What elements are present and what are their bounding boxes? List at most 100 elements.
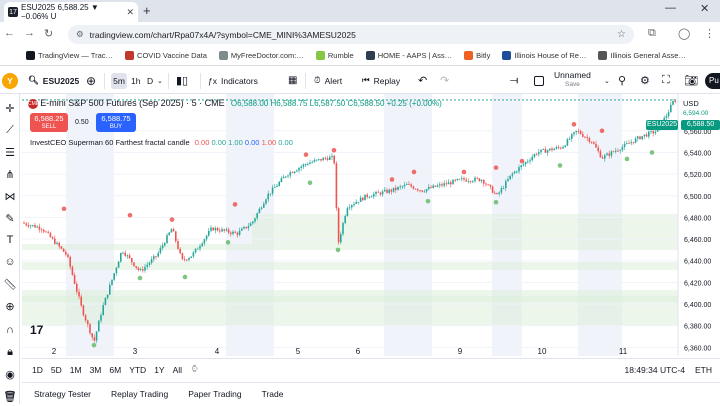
emoji-icon[interactable]: ☺ (0, 252, 20, 272)
indicator-legend[interactable]: InvestCEO Superman 60 Farthest fractal c… (30, 138, 293, 147)
range-button-ytd[interactable]: YTD (129, 365, 146, 375)
buy-button[interactable]: 6,588.75 BUY (96, 113, 136, 132)
settings-gear-icon[interactable]: ⚙ (640, 74, 650, 87)
url-field[interactable]: ⚙ tradingview.com/chart/Rpa07x4A/?symbol… (68, 25, 634, 44)
pattern-icon[interactable]: ⋈ (0, 186, 20, 206)
publish-button[interactable]: Pu (705, 73, 720, 89)
range-button-1m[interactable]: 1M (70, 365, 82, 375)
layout-name-button[interactable]: Unnamed Save (554, 71, 591, 89)
bookmark-label: TradingView — Trac… (38, 51, 114, 60)
minimize-icon[interactable]: — (665, 2, 676, 14)
price-chart[interactable]: 6,560.006,540.006,520.006,500.006,480.00… (22, 94, 720, 356)
alert-button[interactable]: ⏰︎ Alert (314, 75, 342, 86)
magnet-icon[interactable]: ∩ (0, 320, 20, 340)
site-info-icon[interactable]: ⚙ (76, 29, 84, 40)
bottom-tab-replay-trading[interactable]: Replay Trading (111, 389, 168, 399)
candle-body (82, 305, 85, 316)
back-icon[interactable]: ← (4, 27, 15, 39)
chart-pane[interactable]: 6,560.00 6,540.00 6,520.00 6,500.00 6,480.00… (22, 94, 720, 356)
range-button-6m[interactable]: 6M (109, 365, 121, 375)
replay-button[interactable]: ⏮ Replay (362, 75, 400, 86)
bookmark-item[interactable]: Illinois House of Re… (502, 51, 586, 60)
user-avatar[interactable]: Y (2, 72, 18, 89)
bookmark-item[interactable]: MyFreeDoctor.com:… (218, 51, 304, 60)
goto-date-icon[interactable]: ⌚︎ (190, 363, 199, 376)
chevron-down-icon[interactable]: ⌄ (157, 77, 163, 85)
brush-icon[interactable]: ✎ (0, 208, 20, 228)
browser-tab[interactable]: 17 ESU2025 6,588.25 ▼ −0.06% U ✕ (4, 2, 138, 22)
candle-body (487, 184, 489, 186)
object-tree-icon[interactable]: ⊟ (0, 384, 20, 404)
profile-icon[interactable]: ◯ (678, 27, 690, 40)
bookmark-item[interactable]: Bitly (464, 51, 490, 60)
tradingview-logo[interactable]: 17 (30, 323, 43, 337)
candle-body (25, 223, 27, 226)
candle-body (269, 193, 272, 195)
ruler-icon[interactable]: 📏︎ (0, 274, 20, 294)
undo-icon[interactable]: ↶ (418, 74, 427, 87)
candle-body (502, 187, 505, 189)
text-icon[interactable]: T (0, 230, 20, 250)
currency-label[interactable]: USD (683, 99, 699, 108)
forward-icon[interactable]: → (24, 27, 35, 39)
session-label[interactable]: ETH (695, 365, 712, 375)
camera-icon[interactable]: 📷︎ (684, 74, 698, 87)
candle-body (87, 320, 89, 325)
fractal-low-dot (649, 150, 655, 155)
indicators-button[interactable]: ƒx Indicators (208, 76, 258, 86)
range-button-3m[interactable]: 3M (90, 365, 102, 375)
lock-icon[interactable]: 🔒︎ (0, 342, 20, 362)
crosshair-icon[interactable]: ✛ (0, 98, 20, 118)
horizontal-lines-icon[interactable]: ☰ (0, 142, 20, 162)
candle-body (265, 199, 267, 204)
clock-label[interactable]: 18:49:34 UTC-4 (625, 365, 685, 375)
new-tab-button[interactable]: + (143, 3, 151, 18)
candle-body (458, 178, 461, 180)
candle-body (36, 226, 38, 228)
interval-d[interactable]: D (147, 76, 153, 86)
layout-chevron-icon[interactable]: ⌄ (604, 77, 610, 85)
range-button-5d[interactable]: 5D (51, 365, 62, 375)
reload-icon[interactable]: ↻ (44, 27, 53, 40)
alert-label: Alert (324, 75, 343, 86)
drawing-line-icon[interactable]: ⟞ (510, 75, 518, 86)
redo-icon[interactable]: ↷ (440, 74, 449, 87)
bookmark-item[interactable]: COVID Vaccine Data (125, 51, 207, 60)
bookmark-item[interactable]: Illinois General Asse… (598, 51, 686, 60)
symbol-search[interactable]: 🔍︎ ESU2025 (28, 75, 79, 86)
candles-icon[interactable]: ▮▯ (176, 74, 188, 87)
trend-line-icon[interactable]: ⟋ (0, 120, 20, 140)
interval-1h[interactable]: 1h (131, 76, 140, 86)
candle-body (634, 138, 637, 143)
candle-body (562, 147, 564, 149)
zoom-in-icon[interactable]: ⊕ (0, 296, 20, 316)
extensions-icon[interactable]: ⧉ (648, 27, 656, 40)
chart-title[interactable]: E-mini S&P 500 Futures (Sep 2025) · 5 · … (40, 98, 224, 108)
range-button-all[interactable]: All (173, 365, 182, 375)
bookmark-item[interactable]: TradingView — Trac… (26, 51, 113, 60)
range-button-1d[interactable]: 1D (32, 365, 43, 375)
bookmark-item[interactable]: HOME - AAPS | Ass… (365, 51, 452, 60)
pitchfork-icon[interactable]: ⋔ (0, 164, 20, 184)
bookmark-star-icon[interactable]: ☆ (617, 29, 626, 40)
candle-body (531, 157, 533, 161)
bottom-tab-strategy-tester[interactable]: Strategy Tester (34, 389, 91, 399)
sell-button[interactable]: 6,588.25 SELL (30, 113, 68, 132)
bookmark-item[interactable]: Rumble (315, 51, 354, 60)
candle-body (423, 191, 426, 193)
bottom-tab-trade[interactable]: Trade (262, 389, 284, 399)
bottom-tab-paper-trading[interactable]: Paper Trading (188, 389, 241, 399)
range-button-1y[interactable]: 1Y (154, 365, 164, 375)
menu-icon[interactable]: ⋮ (704, 27, 715, 40)
add-symbol-icon[interactable]: ⊕ (86, 74, 96, 88)
layout-icon[interactable] (534, 75, 544, 86)
close-window-icon[interactable]: ✕ (700, 2, 709, 15)
interval-5m[interactable]: 5m (111, 72, 127, 89)
tab-close-icon[interactable]: ✕ (126, 7, 134, 18)
fullscreen-icon[interactable]: ⛶ (662, 74, 670, 87)
templates-icon[interactable]: ▦ (288, 75, 297, 86)
quick-search-icon[interactable]: ⚲ (618, 74, 626, 87)
eye-icon[interactable]: ◉ (0, 364, 20, 384)
candle-body (183, 259, 186, 260)
candle-body (49, 232, 52, 238)
